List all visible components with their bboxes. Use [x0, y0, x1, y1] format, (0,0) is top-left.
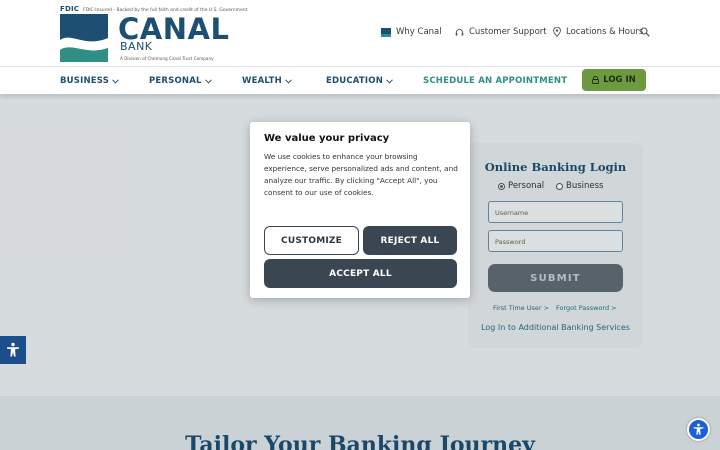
accessibility-icon: [7, 342, 19, 357]
chevron-down-icon: [112, 78, 119, 84]
nav-business[interactable]: BUSINESS: [60, 76, 119, 86]
reject-all-button[interactable]: REJECT ALL: [363, 226, 457, 255]
util-link-customer-support[interactable]: Customer Support: [455, 27, 547, 37]
nav-schedule-appointment[interactable]: SCHEDULE AN APPOINTMENT: [423, 76, 567, 86]
logo-subtitle: A Division of Chemung Canal Trust Compan…: [120, 56, 214, 61]
headset-icon: [455, 28, 464, 36]
logo-bank-text: BANK: [120, 40, 153, 53]
cookie-dialog-body: We use cookies to enhance your browsing …: [264, 152, 458, 197]
header-login-button[interactable]: LOG IN: [582, 69, 646, 91]
accessibility-toolbar-button[interactable]: [0, 336, 26, 364]
nav-wealth[interactable]: WEALTH: [242, 76, 292, 86]
canal-logo-icon[interactable]: [60, 14, 108, 62]
accessibility-icon: [693, 423, 704, 435]
accessibility-widget-button[interactable]: [687, 418, 710, 441]
search-icon[interactable]: [640, 27, 650, 37]
cookie-consent-dialog: We value your privacy We use cookies to …: [250, 122, 470, 298]
flag-icon: [381, 27, 391, 37]
map-pin-icon: [553, 27, 561, 37]
accept-all-button[interactable]: ACCEPT ALL: [264, 259, 457, 288]
nav-personal[interactable]: PERSONAL: [149, 76, 212, 86]
chevron-down-icon: [285, 78, 292, 84]
customize-button[interactable]: CUSTOMIZE: [264, 226, 359, 255]
nav-education[interactable]: EDUCATION: [326, 76, 393, 86]
chevron-down-icon: [386, 78, 393, 84]
lock-icon: [592, 76, 600, 84]
util-link-why-canal[interactable]: Why Canal: [381, 27, 442, 37]
cookie-dialog-title: We value your privacy: [264, 133, 390, 144]
chevron-down-icon: [204, 78, 212, 84]
util-link-locations[interactable]: Locations & Hours: [553, 27, 643, 37]
site-header: FDIC FDIC-Insured - Backed by the full fa…: [0, 0, 720, 66]
